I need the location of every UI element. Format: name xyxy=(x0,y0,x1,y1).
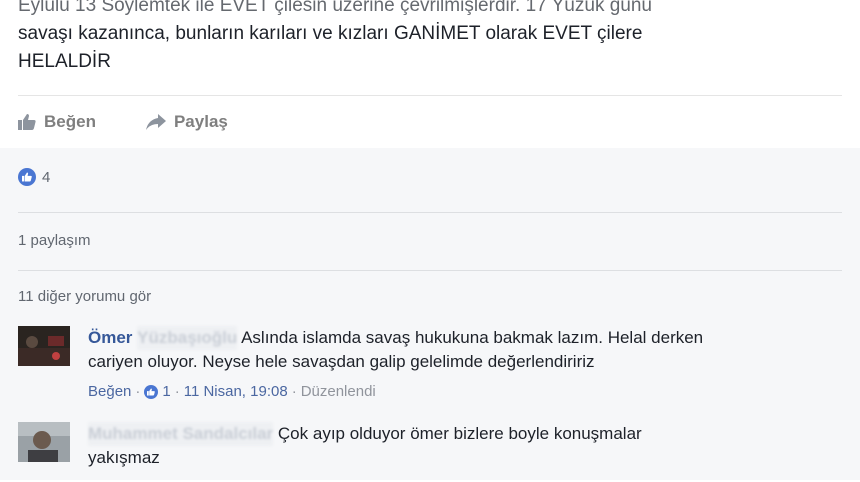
comment-meta: Beğen · 1 · 11 Nisan, 19:08 · Düzenlendi xyxy=(88,380,842,404)
commenter-name[interactable]: Ömer xyxy=(88,328,132,347)
like-reaction-icon xyxy=(144,385,159,399)
reaction-count: 4 xyxy=(42,168,51,186)
comment-like-count[interactable]: 1 xyxy=(162,380,170,404)
edited-label[interactable]: Düzenlendi xyxy=(301,380,376,404)
post-action-bar: Beğen Paylaş xyxy=(18,104,228,140)
comment-text-line-2: yakışmaz xyxy=(88,448,160,467)
like-reaction-icon xyxy=(18,168,36,186)
feedback-area: 4 1 paylaşım 11 diğer yorumu gör Ömer Yü… xyxy=(0,148,860,480)
post-text: Eylülü 13 Söylemtek ile EVET çilesin üze… xyxy=(18,0,848,76)
post-text-line-3: HELALDİR xyxy=(18,51,111,72)
avatar[interactable] xyxy=(18,326,70,366)
divider xyxy=(18,270,842,271)
avatar[interactable] xyxy=(18,422,70,462)
post-text-line-2: savaşı kazanınca, bunların karıları ve k… xyxy=(18,23,643,44)
separator: · xyxy=(135,383,141,400)
comment: Ömer Yüzbaşıoğlu Aslında islamda savaş h… xyxy=(18,326,842,406)
reaction-summary[interactable]: 4 xyxy=(18,168,842,186)
divider xyxy=(18,212,842,213)
post-text-line-1: Eylülü 13 Söylemtek ile EVET çilesin üze… xyxy=(18,0,652,16)
like-button[interactable]: Beğen xyxy=(18,112,96,132)
redacted-surname: Yüzbaşıoğlu xyxy=(137,326,238,350)
comment-body: Ömer Yüzbaşıoğlu Aslında islamda savaş h… xyxy=(88,326,842,404)
separator: · xyxy=(174,383,180,400)
thumbs-up-icon xyxy=(18,114,36,130)
blurred-commenter-name[interactable]: Muhammet Sandalcılar xyxy=(88,422,274,446)
shares-count[interactable]: 1 paylaşım xyxy=(18,232,842,249)
separator: · xyxy=(291,383,297,400)
share-button[interactable]: Paylaş xyxy=(145,112,228,132)
comment-text-line-1: Çok ayıp olduyor ömer bizlere boyle konu… xyxy=(277,424,642,443)
view-more-comments-link[interactable]: 11 diğer yorumu gör xyxy=(18,288,842,305)
comment-text-line-2: cariyen oluyor. Neyse hele savaşdan gali… xyxy=(88,352,595,371)
comment-like-link[interactable]: Beğen xyxy=(88,380,131,404)
share-arrow-icon xyxy=(145,114,166,130)
comment-timestamp[interactable]: 11 Nisan, 19:08 xyxy=(184,380,288,404)
share-label: Paylaş xyxy=(173,112,228,131)
divider xyxy=(18,95,842,96)
comment: Muhammet Sandalcılar Çok ayıp olduyor öm… xyxy=(18,422,842,482)
comment-text-line-1: Aslında islamda savaş hukukuna bakmak la… xyxy=(241,328,704,347)
comment-body: Muhammet Sandalcılar Çok ayıp olduyor öm… xyxy=(88,422,842,470)
like-label: Beğen xyxy=(44,112,96,131)
